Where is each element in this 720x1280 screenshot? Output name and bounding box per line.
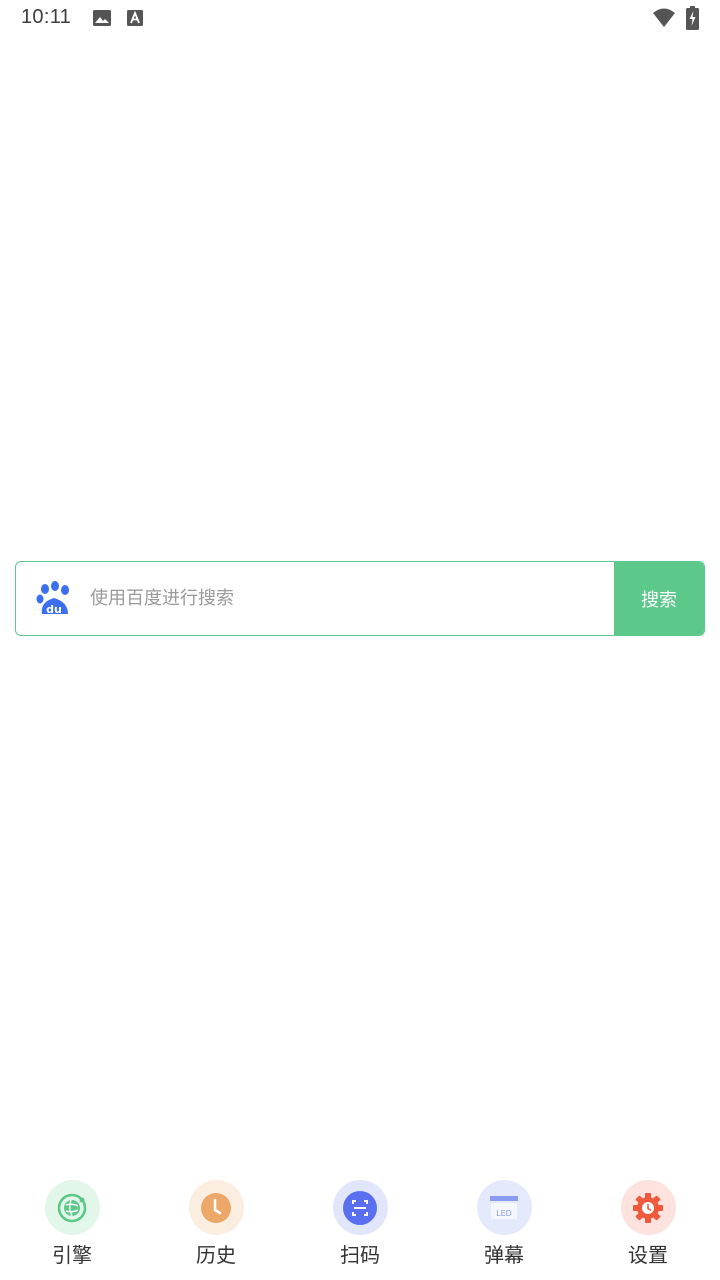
led-icon: LED [476,1180,532,1235]
nav-label-engine: 引擎 [52,1243,92,1267]
battery-charging-icon [686,6,699,34]
image-icon [92,8,112,32]
nav-item-danmaku[interactable]: LED 弹幕 [454,1180,554,1270]
svg-text:du: du [46,603,62,616]
nav-item-settings[interactable]: 设置 [598,1180,698,1270]
scan-icon [332,1180,388,1235]
search-input[interactable] [90,562,610,635]
nav-label-danmaku: 弹幕 [484,1243,524,1267]
globe-icon [44,1180,100,1235]
bottom-nav: 引擎 历史 扫码 LED 弹幕 设置 [0,1170,720,1280]
status-time: 10:11 [21,6,72,28]
status-bar: 10:11 [0,0,720,38]
wifi-icon [652,7,676,33]
gear-icon [620,1180,676,1235]
led-icon-text: LED [496,1209,512,1218]
nav-label-history: 历史 [196,1243,236,1267]
nav-item-scan[interactable]: 扫码 [310,1180,410,1270]
nav-item-history[interactable]: 历史 [166,1180,266,1270]
nav-item-engine[interactable]: 引擎 [22,1180,122,1270]
nav-label-scan: 扫码 [340,1243,380,1267]
clock-icon [188,1180,244,1235]
browser-home-screen: 10:11 du 使用百度进行搜索 搜索 引擎 历史 扫码 LED 弹幕 设置 [0,0,720,1280]
search-button[interactable]: 搜索 [614,562,704,635]
baidu-paw-icon[interactable]: du [36,580,72,618]
nav-label-settings: 设置 [628,1243,668,1267]
search-bar: du 搜索 [15,561,705,636]
text-a-icon [126,8,144,32]
